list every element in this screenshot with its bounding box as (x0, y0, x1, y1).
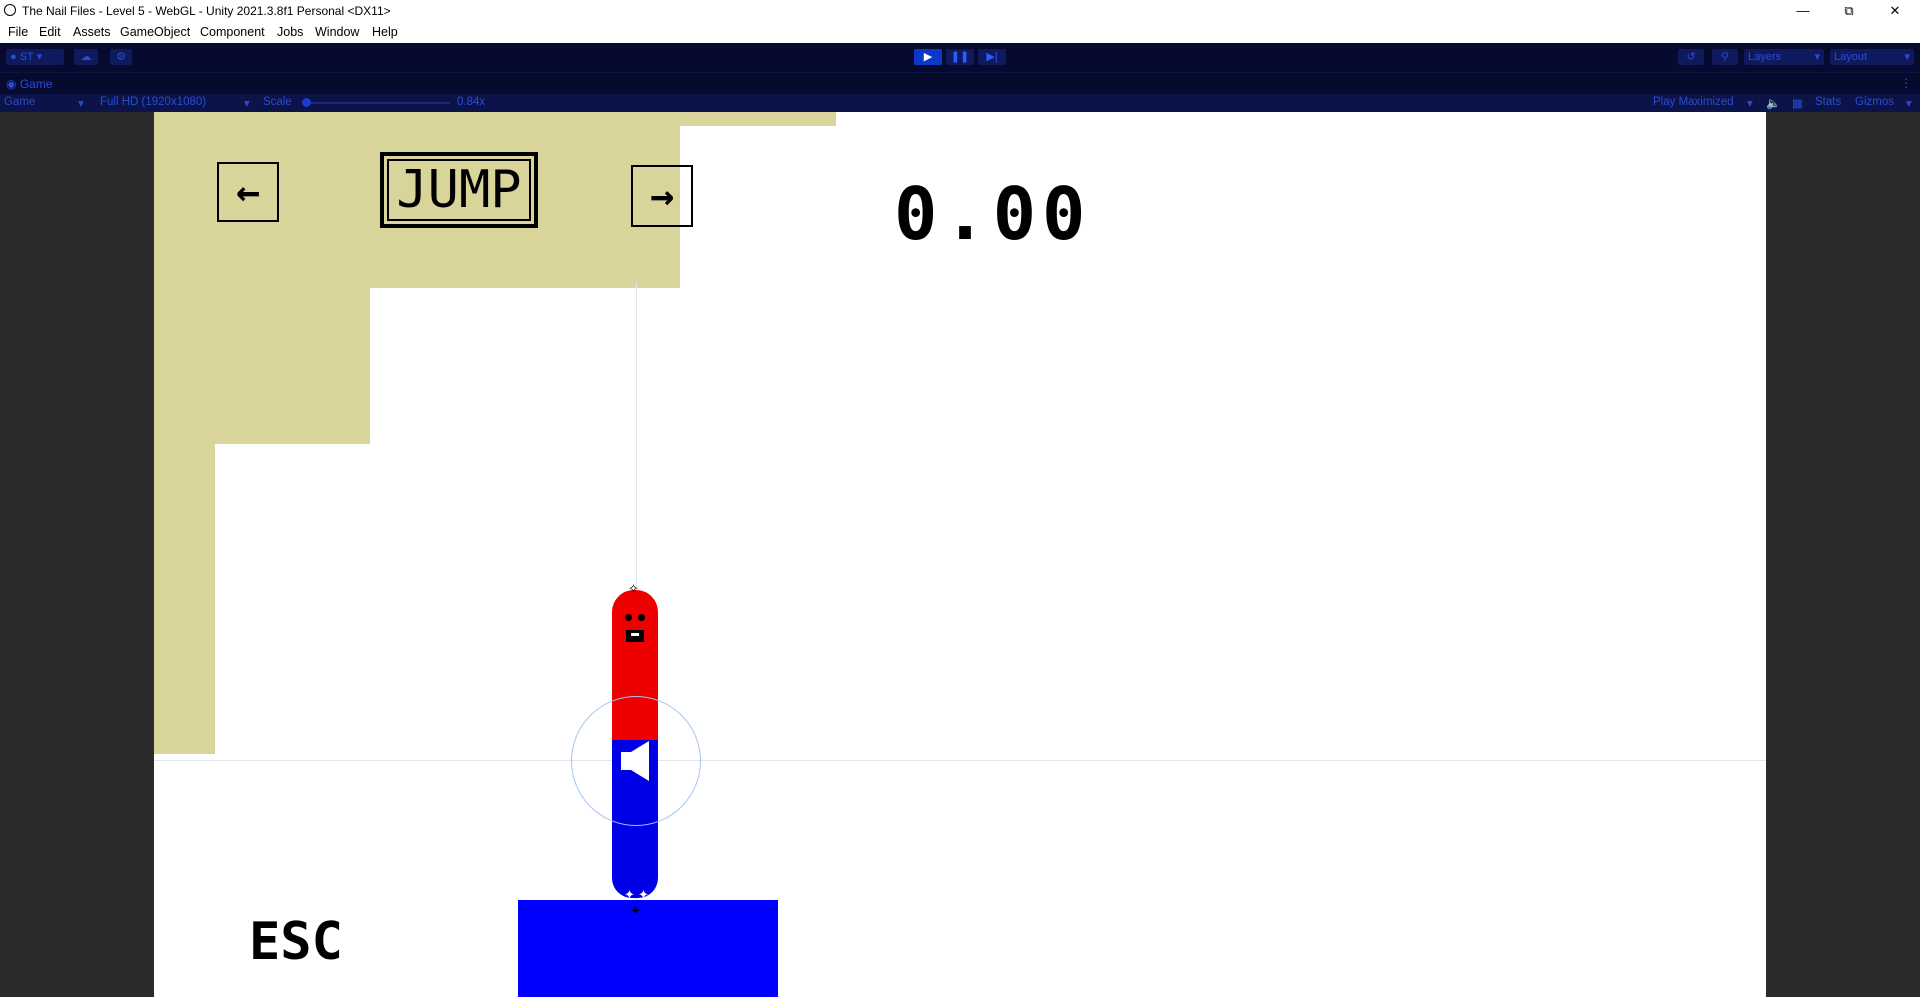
player-eye (638, 614, 645, 621)
stats-grid-icon: ▦ (1792, 98, 1803, 110)
move-left-button[interactable]: ← (217, 162, 279, 222)
layout-dropdown[interactable]: Layout ▾ (1830, 49, 1914, 65)
stats-button[interactable]: Stats (1815, 96, 1841, 108)
game-viewport[interactable]: ← JUMP → 0.00 ✧ ✦ ✦ ✦ ESC (154, 112, 1766, 997)
mute-audio-icon[interactable]: 🔈 (1766, 96, 1780, 110)
chevron-down-icon: ▾ (1814, 51, 1820, 63)
step-button[interactable]: ▶| (978, 49, 1006, 65)
more-options-icon[interactable]: ⋮ (1900, 76, 1912, 90)
menu-edit[interactable]: Edit (39, 25, 61, 39)
collab-icon[interactable]: ⚙ (110, 49, 132, 65)
main-toolbar: ● ST ▾ ☁ ⚙ ▶ ❚❚ ▶| ↺ ⚲ Layers ▾ Layout ▾ (0, 43, 1920, 72)
gizmos-button[interactable]: Gizmos (1855, 96, 1894, 108)
sand-terrain (154, 112, 836, 126)
move-right-button[interactable]: → (631, 165, 693, 227)
sparkle-icon: ✦ (638, 887, 649, 902)
menu-bar: File Edit Assets GameObject Component Jo… (0, 21, 1920, 43)
scale-value: 0.84x (457, 96, 486, 108)
menu-jobs[interactable]: Jobs (277, 25, 303, 39)
menu-assets[interactable]: Assets (73, 25, 111, 39)
game-view-controls: Game ▾ Full HD (1920x1080) ▾ Scale 0.84x… (0, 94, 1920, 112)
close-icon[interactable]: ✕ (1872, 0, 1918, 21)
menu-gameobject[interactable]: GameObject (120, 25, 190, 39)
esc-label[interactable]: ESC (249, 912, 343, 972)
cloud-icon[interactable]: ☁ (74, 49, 98, 65)
sparkle-icon: ✦ (624, 887, 635, 902)
restore-icon[interactable]: ⧉ (1826, 0, 1872, 21)
chevron-down-icon: ▾ (1747, 98, 1753, 110)
play-mode-dropdown[interactable]: Play Maximized (1653, 96, 1734, 108)
player-eye (625, 614, 632, 621)
display-dropdown[interactable]: Game (4, 96, 35, 108)
history-icon[interactable]: ↺ (1678, 49, 1704, 65)
sparkle-icon: ✦ (630, 903, 641, 918)
chevron-down-icon: ▾ (1906, 98, 1912, 110)
audio-source-icon (621, 741, 649, 781)
timer-display: 0.00 (894, 172, 1092, 256)
search-icon[interactable]: ⚲ (1712, 49, 1738, 65)
arrow-right-icon: → (649, 173, 675, 219)
jump-label: JUMP (396, 160, 522, 220)
chevron-down-icon: ▾ (1904, 51, 1910, 63)
chevron-down-icon: ▾ (78, 98, 84, 110)
gamepad-icon: ◉ (6, 77, 17, 91)
pause-button[interactable]: ❚❚ (946, 49, 974, 65)
account-dropdown[interactable]: ● ST ▾ (6, 49, 64, 65)
scale-slider-handle[interactable] (302, 98, 311, 107)
menu-help[interactable]: Help (372, 25, 398, 39)
editor-tab-bar: ◉ Game ⋮ (0, 72, 1920, 95)
sand-terrain (154, 288, 370, 444)
layers-dropdown[interactable]: Layers ▾ (1744, 49, 1824, 65)
scale-label: Scale (263, 96, 292, 108)
window-title-bar: The Nail Files - Level 5 - WebGL - Unity… (0, 0, 1920, 21)
jump-button-frame: JUMP (387, 159, 531, 221)
resolution-dropdown[interactable]: Full HD (1920x1080) (100, 96, 206, 108)
minimize-icon[interactable]: — (1780, 0, 1826, 21)
sand-terrain (154, 444, 215, 754)
blue-platform (518, 900, 778, 997)
gizmo-guide-line (154, 760, 1766, 761)
chevron-down-icon: ▾ (36, 51, 43, 63)
arrow-left-icon: ← (235, 169, 261, 215)
player-mouth (626, 630, 644, 642)
jump-button[interactable]: JUMP (380, 152, 538, 228)
unity-logo-icon (4, 4, 16, 16)
tab-game[interactable]: ◉ Game (6, 77, 53, 91)
menu-window[interactable]: Window (315, 25, 359, 39)
menu-component[interactable]: Component (200, 25, 265, 39)
chevron-down-icon: ▾ (244, 98, 250, 110)
window-title: The Nail Files - Level 5 - WebGL - Unity… (22, 4, 391, 18)
antenna-icon: ✧ (628, 581, 639, 596)
scale-slider-track[interactable] (305, 102, 450, 104)
play-button[interactable]: ▶ (914, 49, 942, 65)
account-icon: ● (10, 51, 17, 63)
menu-file[interactable]: File (8, 25, 28, 39)
